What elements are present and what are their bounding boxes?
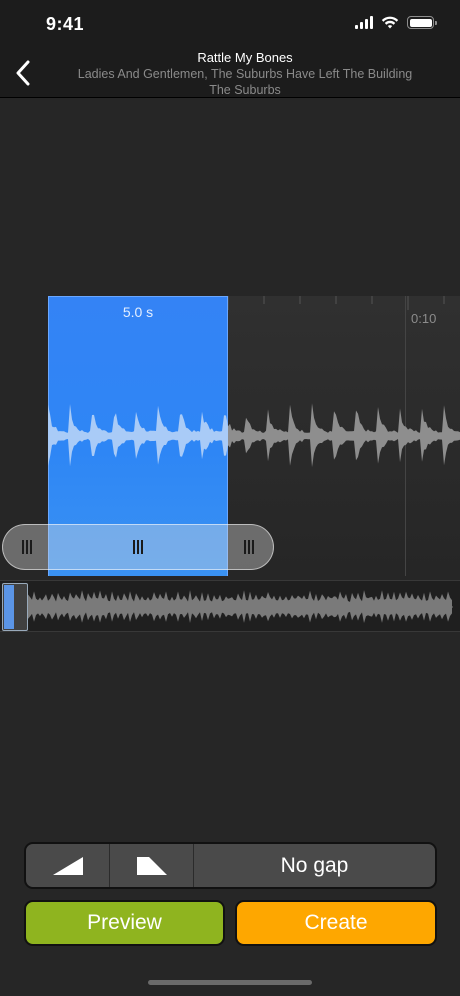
fade-out-icon: [136, 856, 167, 875]
chevron-left-icon: [16, 60, 30, 86]
create-button[interactable]: Create: [235, 900, 437, 946]
status-bar: 9:41: [0, 0, 460, 48]
status-time: 9:41: [46, 14, 85, 34]
range-scrubber[interactable]: [2, 524, 274, 570]
status-icons: [355, 16, 437, 29]
overview-waveform: [28, 590, 453, 623]
overview-track[interactable]: [0, 580, 460, 632]
nav-titles: Rattle My Bones Ladies And Gentlemen, Th…: [50, 50, 440, 98]
right-grip-handle[interactable]: [244, 540, 254, 554]
cellular-signal-icon: [355, 16, 373, 29]
fade-in-icon: [52, 856, 83, 875]
back-button[interactable]: [8, 56, 38, 90]
selection-waveform: [48, 404, 228, 467]
nav-bar: Rattle My Bones Ladies And Gentlemen, Th…: [0, 48, 460, 98]
fade-in-button[interactable]: [26, 844, 110, 887]
wifi-icon: [381, 16, 399, 29]
battery-icon: [407, 16, 437, 29]
song-title: Rattle My Bones: [197, 50, 293, 65]
selection-duration: 5.0 s: [122, 304, 154, 320]
center-grip-handle[interactable]: [133, 540, 143, 554]
album-title: Ladies And Gentlemen, The Suburbs Have L…: [77, 67, 413, 81]
preview-button[interactable]: Preview: [24, 900, 225, 946]
home-indicator: [148, 980, 312, 985]
gap-selector[interactable]: No gap: [194, 844, 435, 887]
fade-controls: No gap: [24, 842, 437, 889]
left-grip-handle[interactable]: [22, 540, 32, 554]
artist-name: The Suburbs: [209, 83, 281, 97]
time-marker-label: 0:10: [411, 311, 437, 326]
overview-position-handle[interactable]: [2, 583, 28, 631]
fade-out-button[interactable]: [110, 844, 194, 887]
